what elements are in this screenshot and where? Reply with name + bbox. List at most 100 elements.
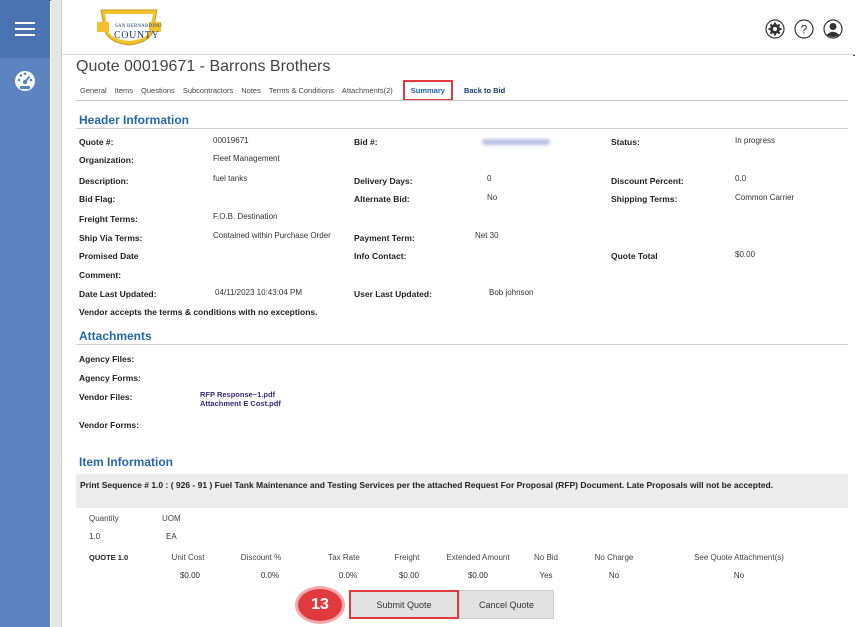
description-label: Description: [79,176,129,186]
item-info-heading: Item Information [79,455,174,469]
tab-items[interactable]: Items [115,86,133,95]
val-freight: $0.00 [398,571,420,580]
payment-term-value: Net 30 [475,231,499,240]
ship-via-value: Contained within Purchase Order [213,231,331,240]
vendor-files-label: Vendor Files: [79,392,133,402]
top-bar: SAN BERNARDINO COUNTY ? [62,0,855,55]
comment-label: Comment: [79,270,122,280]
step-badge: 13 [295,586,345,624]
quote-no-label: Quote #: [79,137,114,147]
uom-header: UOM [162,514,181,523]
main-content: Quote 00019671 - Barrons Brothers Genera… [62,56,855,627]
svg-text:?: ? [801,23,808,37]
quote-line-label: QUOTE 1.0 [89,553,129,562]
user-updated-value: Bob johnson [489,288,534,297]
val-quote-attachments: No [733,571,745,580]
freight-terms-value: F.O.B. Destination [213,212,278,221]
val-no-bid: Yes [539,571,553,580]
val-unit-cost: $0.00 [179,571,201,580]
menu-button[interactable] [0,0,50,58]
dashboard-icon[interactable] [13,68,37,92]
date-updated-label: Date Last Updated: [79,289,157,299]
col-unit-cost: Unit Cost [171,553,205,562]
val-discount: 0.0% [260,571,280,580]
agency-files-label: Agency Files: [79,354,135,364]
quote-total-label: Quote Total [611,251,658,261]
status-label: Status: [611,137,640,147]
app-window: SAN BERNARDINO COUNTY ? Quote 00019671 -… [0,0,858,627]
item-description: Print Sequence # 1.0 : ( 926 - 91 ) Fuel… [80,480,774,490]
info-contact-label: Info Contact: [354,251,407,261]
quote-total-value: $0.00 [735,250,756,259]
val-extended-amount: $0.00 [467,571,489,580]
user-updated-label: User Last Updated: [354,289,432,299]
logo-text-county: COUNTY [114,30,160,41]
agency-forms-label: Agency Forms: [79,373,141,383]
promised-date-label: Promised Date [79,251,139,261]
discount-percent-value: 0.0 [735,174,747,183]
freight-terms-label: Freight Terms: [79,214,138,224]
terms-acceptance: Vendor accepts the terms & conditions wi… [79,307,318,317]
date-updated-value: 04/11/2023 10:43:04 PM [215,288,303,297]
tab-terms[interactable]: Terms & Conditions [269,86,334,95]
tab-divider [76,100,848,101]
alternate-bid-value: No [487,193,498,202]
quantity-header: Quantity [89,514,119,523]
bid-flag-label: Bid Flag: [79,194,116,204]
col-extended-amount: Extended Amount [446,553,510,562]
quantity-value: 1.0 [89,532,101,541]
user-icon[interactable] [823,19,843,39]
help-icon[interactable]: ? [794,19,814,39]
shipping-terms-value: Common Carrier [735,193,795,202]
status-value: In progress [735,136,776,145]
alternate-bid-label: Alternate Bid: [354,194,410,204]
left-nav-rail [0,0,50,627]
payment-term-label: Payment Term: [354,233,415,243]
bid-no-redacted [482,139,550,145]
tab-bar: General Items Questions Subcontractors N… [80,80,513,101]
ship-via-label: Ship Via Terms: [79,233,143,243]
back-to-bid-link[interactable]: Back to Bid [464,86,505,95]
vendor-forms-label: Vendor Forms: [79,420,139,430]
col-no-charge: No Charge [594,553,634,562]
logo-text-small: SAN BERNARDINO [115,24,162,29]
page-title: Quote 00019671 - Barrons Brothers [76,58,331,75]
tab-attachments[interactable]: Attachments(2) [342,86,393,95]
quote-no-value: 00019671 [213,136,249,145]
bid-no-label: Bid #: [354,137,378,147]
tab-questions[interactable]: Questions [141,86,175,95]
top-icons: ? [765,19,843,39]
county-logo[interactable]: SAN BERNARDINO COUNTY [95,8,165,46]
val-tax-rate: 0.0% [338,571,358,580]
shipping-terms-label: Shipping Terms: [611,194,678,204]
attachments-divider [76,344,848,345]
delivery-days-value: 0 [487,174,492,183]
cancel-quote-button[interactable]: Cancel Quote [459,590,554,619]
val-no-charge: No [608,571,620,580]
uom-value: EA [166,532,177,541]
side-divider [51,0,62,627]
description-value: fuel tanks [213,174,248,183]
col-no-bid: No Bid [533,553,559,562]
organization-label: Organization: [79,155,134,165]
header-info-divider [76,128,848,129]
col-tax-rate: Tax Rate [328,553,360,562]
col-freight: Freight [394,553,420,562]
tab-summary[interactable]: Summary [402,80,453,101]
submit-quote-button[interactable]: Submit Quote [349,590,459,619]
gear-icon[interactable] [765,19,785,39]
tab-notes[interactable]: Notes [241,86,261,95]
hamburger-icon [15,22,35,36]
tab-general[interactable]: General [80,86,107,95]
header-info-heading: Header Information [79,113,190,127]
organization-value: Fleet Management [213,154,280,163]
col-discount: Discount % [240,553,282,562]
vendor-file-link[interactable]: RFP Response~1.pdf [200,390,275,399]
delivery-days-label: Delivery Days: [354,176,413,186]
col-quote-attachments: See Quote Attachment(s) [694,553,784,562]
attachments-heading: Attachments [79,329,152,343]
discount-percent-label: Discount Percent: [611,176,684,186]
item-description-box: Print Sequence # 1.0 : ( 926 - 91 ) Fuel… [76,474,848,508]
vendor-file-link[interactable]: Attachment E Cost.pdf [200,399,281,408]
tab-subcontractors[interactable]: Subcontractors [183,86,233,95]
